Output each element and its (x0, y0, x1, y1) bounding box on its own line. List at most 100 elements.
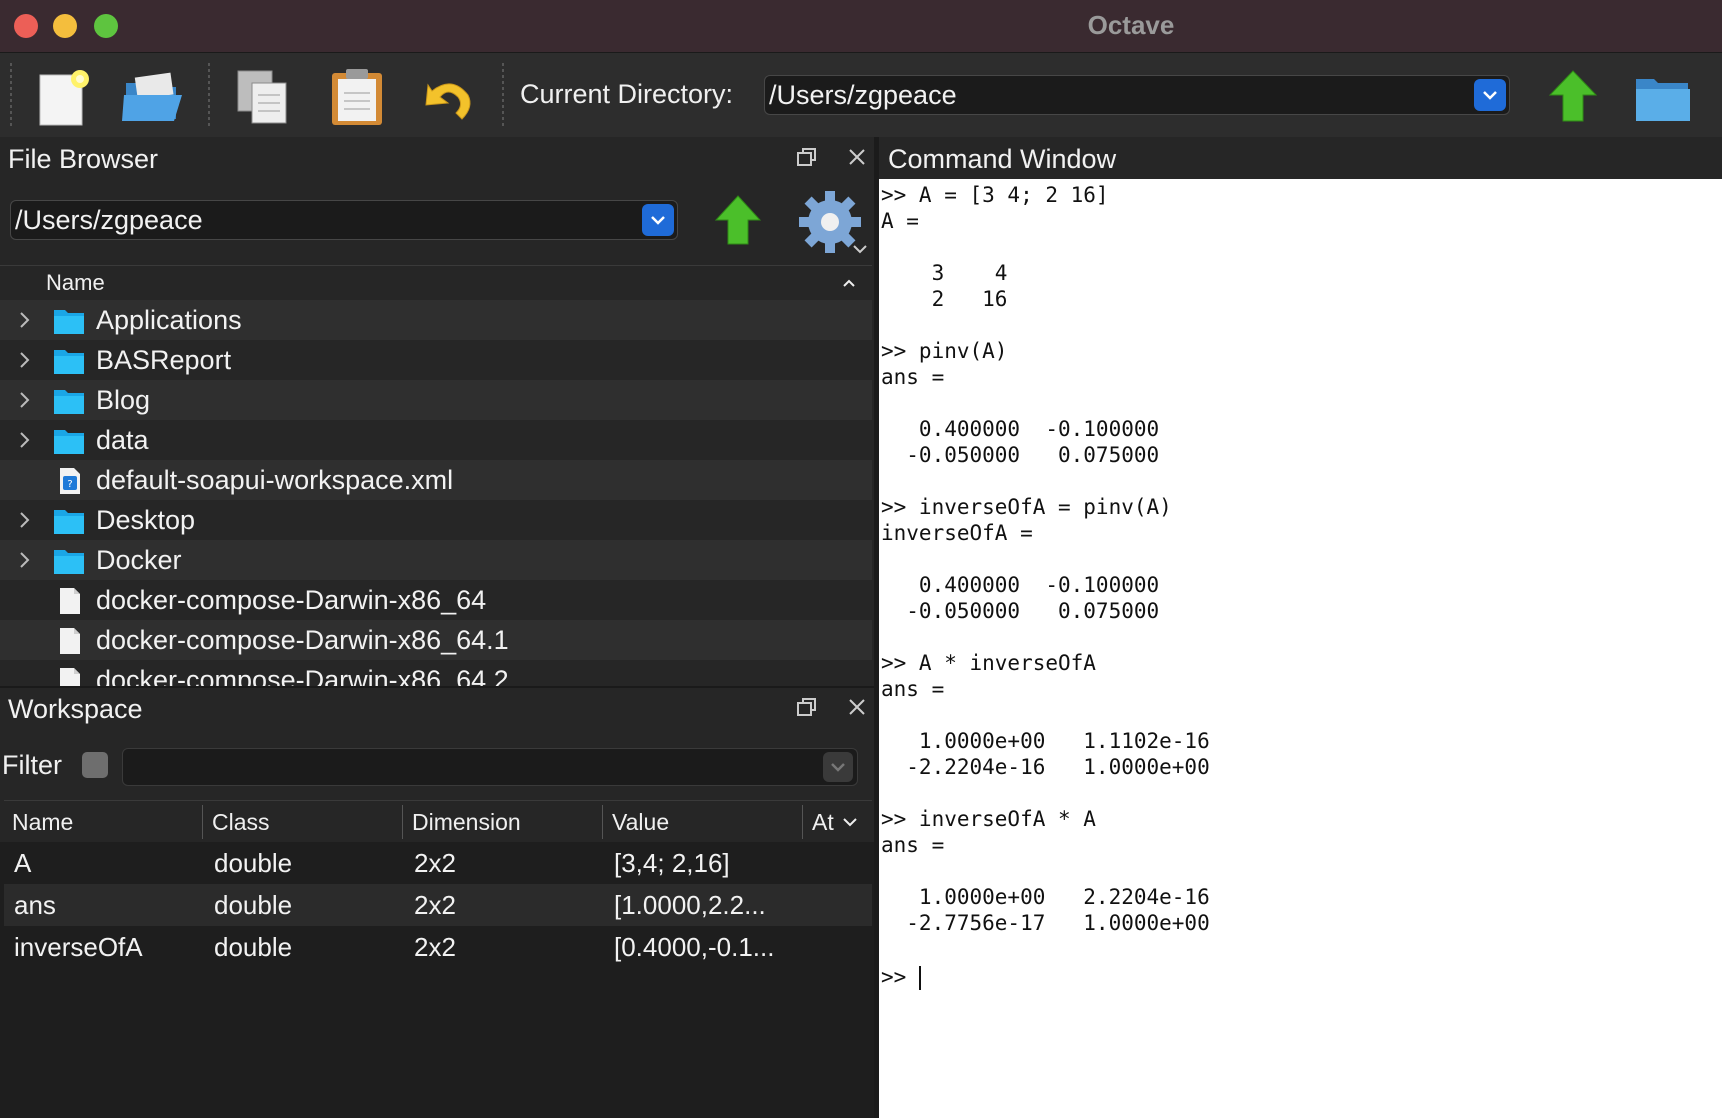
file-icon (60, 668, 80, 686)
undock-icon[interactable] (796, 146, 818, 168)
variable-dimension: 2x2 (414, 890, 456, 920)
paste-icon (332, 69, 382, 125)
workspace-variable-row[interactable]: Adouble 2x2 [3,4; 2,16] (4, 842, 872, 884)
xml-file-icon: ? (60, 468, 80, 494)
command-output-line: ans = (881, 365, 945, 389)
file-list-item-label: Docker (96, 545, 182, 575)
command-output-line: -2.2204e-16 1.0000e+00 (881, 755, 1210, 779)
command-prompt-line[interactable]: >> (879, 962, 1722, 990)
up-arrow-icon (1548, 70, 1598, 122)
file-list-item[interactable]: BASReport (0, 340, 872, 380)
command-output-line: -2.7756e-17 1.0000e+00 (881, 911, 1210, 935)
command-output-line: A = (881, 209, 919, 233)
paste-button[interactable] (326, 65, 388, 127)
workspace-title: Workspace (8, 694, 143, 724)
dock-divider[interactable] (0, 686, 874, 688)
column-header-class[interactable]: Class (212, 809, 270, 836)
parent-directory-button[interactable] (1542, 65, 1604, 127)
variable-name: inverseOfA (14, 932, 143, 962)
file-browser-title: File Browser (8, 144, 159, 174)
file-list-item[interactable]: Docker (0, 540, 872, 580)
open-file-button[interactable] (120, 65, 182, 127)
chevron-right-icon[interactable] (18, 350, 32, 370)
undo-arrow-icon (425, 83, 471, 120)
file-list-item-label: default-soapui-workspace.xml (96, 465, 454, 495)
undo-button[interactable] (418, 65, 480, 127)
close-icon[interactable] (846, 696, 868, 718)
file-list-header[interactable]: Name (0, 265, 872, 301)
file-browser-settings-button[interactable] (798, 190, 870, 260)
file-list-item[interactable]: data (0, 420, 872, 460)
file-list-item[interactable]: docker-compose-Darwin-x86_64.1 (0, 620, 872, 660)
filter-label: Filter (2, 750, 62, 780)
chevron-right-icon[interactable] (18, 310, 32, 330)
chevron-right-icon[interactable] (18, 390, 32, 410)
command-output-line: 1.0000e+00 2.2204e-16 (881, 885, 1210, 909)
new-script-button[interactable] (32, 65, 94, 127)
chevron-down-icon[interactable] (842, 815, 858, 829)
variable-dimension: 2x2 (414, 932, 456, 962)
chevron-down-icon[interactable] (642, 204, 674, 236)
workspace-variable-row[interactable]: inverseOfA double 2x2 [0.4000,-0.1... (4, 926, 872, 968)
column-header-name[interactable]: Name (12, 809, 73, 836)
command-window-title: Command Window (888, 144, 1117, 174)
copy-button[interactable] (232, 65, 294, 127)
file-list-item-label: docker-compose-Darwin-x86_64 (96, 585, 487, 615)
name-column-header[interactable]: Name (46, 270, 105, 296)
file-list-item[interactable]: ? default-soapui-workspace.xml (0, 460, 872, 500)
file-list-item[interactable]: docker-compose-Darwin-x86_64 (0, 580, 872, 620)
file-list-item[interactable]: Blog (0, 380, 872, 420)
file-list-item[interactable]: Applications (0, 300, 872, 340)
filter-input[interactable] (122, 748, 858, 786)
current-directory-combobox[interactable]: /Users/zgpeace (764, 75, 1510, 115)
command-output-line: 2 16 (881, 287, 1008, 311)
command-output-line: ans = (881, 833, 945, 857)
command-output-line: 0.400000 -0.100000 (881, 573, 1160, 597)
column-header-value[interactable]: Value (612, 809, 669, 836)
file-list-item[interactable]: docker-compose-Darwin-x86_64.2 (0, 660, 872, 686)
folder-icon (54, 310, 84, 334)
column-resize-handle[interactable] (802, 805, 803, 839)
column-header-dimension[interactable]: Dimension (412, 809, 521, 836)
file-list-item[interactable]: Desktop (0, 500, 872, 540)
variable-value: [3,4; 2,16] (614, 848, 730, 878)
chevron-right-icon[interactable] (18, 550, 32, 570)
folder-icon (54, 510, 84, 534)
column-resize-handle[interactable] (202, 805, 203, 839)
browse-directory-button[interactable] (1632, 65, 1694, 127)
variable-name: ans (14, 890, 56, 920)
chevron-right-icon[interactable] (18, 430, 32, 450)
gear-icon (799, 191, 867, 254)
command-window[interactable]: >> A = [3 4; 2 16] A = 3 4 2 16 >> pinv(… (879, 179, 1722, 1118)
variable-value: [0.4000,-0.1... (614, 932, 775, 962)
chevron-down-icon[interactable] (1474, 79, 1506, 111)
file-list-item-label: Applications (96, 305, 242, 335)
close-icon[interactable] (846, 146, 868, 168)
column-resize-handle[interactable] (402, 805, 403, 839)
file-browser-path-combobox[interactable]: /Users/zgpeace (10, 200, 678, 240)
variable-value: [1.0000,2.2... (614, 890, 766, 920)
column-header-attribute[interactable]: At (812, 809, 834, 836)
variable-name: A (14, 848, 32, 878)
folder-icon (54, 550, 84, 574)
folder-icon (1636, 79, 1690, 121)
workspace-table-header: Name Class Dimension Value At (4, 800, 872, 844)
workspace-variable-row[interactable]: ans double 2x2 [1.0000,2.2... (4, 884, 872, 926)
file-icon (60, 628, 80, 654)
main-toolbar: Current Directory: /Users/zgpeace (0, 53, 1722, 137)
undock-icon[interactable] (796, 696, 818, 718)
window-title: Octave (1087, 10, 1175, 40)
column-resize-handle[interactable] (602, 805, 603, 839)
chevron-down-icon[interactable] (823, 752, 853, 782)
command-output-line: >> A * inverseOfA (881, 651, 1096, 675)
current-directory-value: /Users/zgpeace (769, 80, 957, 110)
file-browser-up-button[interactable] (710, 192, 766, 248)
command-prompt: >> (881, 965, 919, 989)
filter-checkbox[interactable] (82, 752, 108, 778)
variable-class: double (214, 890, 293, 920)
text-cursor (918, 966, 921, 990)
file-browser-path-value: /Users/zgpeace (15, 205, 203, 235)
chevron-right-icon[interactable] (18, 510, 32, 530)
variable-class: double (214, 848, 293, 878)
variable-class: double (214, 932, 293, 962)
